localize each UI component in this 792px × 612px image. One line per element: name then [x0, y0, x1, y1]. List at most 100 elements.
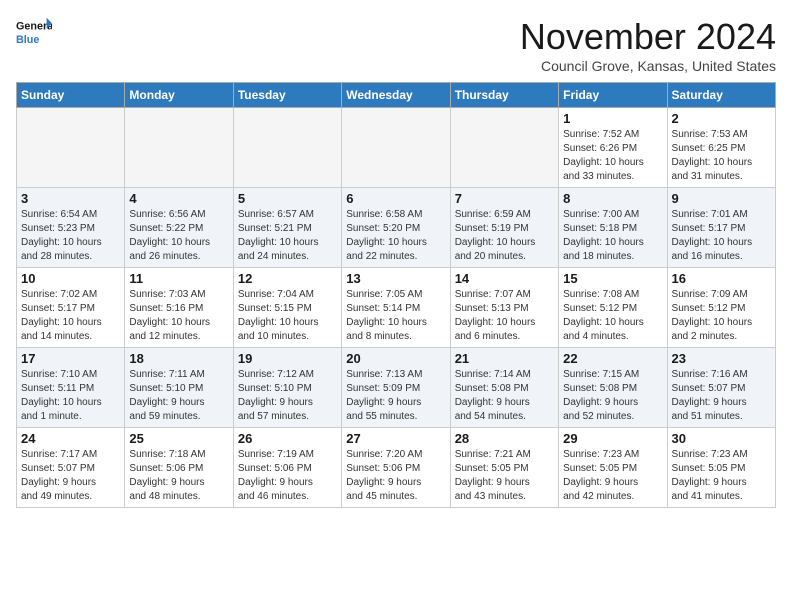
- calendar-week-3: 10 Sunrise: 7:02 AM Sunset: 5:17 PM Dayli…: [17, 268, 776, 348]
- col-header-monday: Monday: [125, 83, 233, 108]
- calendar-cell: 7Sunrise: 6:59 AM Sunset: 5:19 PM Daylig…: [450, 188, 558, 268]
- calendar-cell: 8 Sunrise: 7:00 AM Sunset: 5:18 PM Daylig…: [559, 188, 667, 268]
- calendar-cell: 12 Sunrise: 7:04 AM Sunset: 5:15 PM Dayli…: [233, 268, 341, 348]
- calendar-cell: 26 Sunrise: 7:19 AM Sunset: 5:06 PM Dayli…: [233, 428, 341, 508]
- day-number: 5: [238, 191, 337, 206]
- calendar-cell: [233, 108, 341, 188]
- calendar-cell: 22Sunrise: 7:15 AM Sunset: 5:08 PM Dayli…: [559, 348, 667, 428]
- calendar-cell: 24 Sunrise: 7:17 AM Sunset: 5:07 PM Dayli…: [17, 428, 125, 508]
- day-number: 18: [129, 351, 228, 366]
- day-info: Sunrise: 7:02 AM Sunset: 5:17 PM Dayligh…: [21, 288, 120, 344]
- calendar-week-4: 17 Sunrise: 7:10 AM Sunset: 5:11 PM Dayli…: [17, 348, 776, 428]
- day-number: 4: [129, 191, 228, 206]
- day-number: 25: [129, 431, 228, 446]
- day-number: 20: [346, 351, 445, 366]
- calendar-cell: 3 Sunrise: 6:54 AM Sunset: 5:23 PM Daylig…: [17, 188, 125, 268]
- day-number: 24: [21, 431, 120, 446]
- calendar-cell: 14Sunrise: 7:07 AM Sunset: 5:13 PM Dayli…: [450, 268, 558, 348]
- day-info: Sunrise: 7:10 AM Sunset: 5:11 PM Dayligh…: [21, 368, 120, 424]
- calendar-cell: 28Sunrise: 7:21 AM Sunset: 5:05 PM Dayli…: [450, 428, 558, 508]
- day-number: 12: [238, 271, 337, 286]
- day-info: Sunrise: 7:19 AM Sunset: 5:06 PM Dayligh…: [238, 448, 337, 504]
- day-info: Sunrise: 7:13 AM Sunset: 5:09 PM Dayligh…: [346, 368, 445, 424]
- col-header-tuesday: Tuesday: [233, 83, 341, 108]
- calendar-cell: 19 Sunrise: 7:12 AM Sunset: 5:10 PM Dayli…: [233, 348, 341, 428]
- day-info: Sunrise: 7:17 AM Sunset: 5:07 PM Dayligh…: [21, 448, 120, 504]
- day-number: 8: [563, 191, 662, 206]
- calendar-cell: [450, 108, 558, 188]
- calendar-cell: 30 Sunrise: 7:23 AM Sunset: 5:05 PM Dayli…: [667, 428, 775, 508]
- day-info: Sunrise: 7:20 AM Sunset: 5:06 PM Dayligh…: [346, 448, 445, 504]
- day-number: 19: [238, 351, 337, 366]
- day-number: 30: [672, 431, 771, 446]
- day-info: Sunrise: 7:23 AM Sunset: 5:05 PM Dayligh…: [672, 448, 771, 504]
- day-info: Sunrise: 7:52 AM Sunset: 6:26 PM Dayligh…: [563, 128, 662, 184]
- calendar-week-1: 1 Sunrise: 7:52 AM Sunset: 6:26 PM Daylig…: [17, 108, 776, 188]
- svg-text:Blue: Blue: [16, 34, 39, 46]
- calendar-cell: 13 Sunrise: 7:05 AM Sunset: 5:14 PM Dayli…: [342, 268, 450, 348]
- day-number: 23: [672, 351, 771, 366]
- day-info: Sunrise: 6:58 AM Sunset: 5:20 PM Dayligh…: [346, 208, 445, 264]
- page-header: General Blue November 2024 Council Grove…: [16, 16, 776, 74]
- calendar-cell: 18 Sunrise: 7:11 AM Sunset: 5:10 PM Dayli…: [125, 348, 233, 428]
- day-number: 28: [455, 431, 554, 446]
- calendar-cell: 11 Sunrise: 7:03 AM Sunset: 5:16 PM Dayli…: [125, 268, 233, 348]
- calendar-cell: [125, 108, 233, 188]
- calendar-cell: 9 Sunrise: 7:01 AM Sunset: 5:17 PM Daylig…: [667, 188, 775, 268]
- calendar-cell: [342, 108, 450, 188]
- calendar-cell: 16Sunrise: 7:09 AM Sunset: 5:12 PM Dayli…: [667, 268, 775, 348]
- calendar-cell: 15 Sunrise: 7:08 AM Sunset: 5:12 PM Dayli…: [559, 268, 667, 348]
- day-info: Sunrise: 6:57 AM Sunset: 5:21 PM Dayligh…: [238, 208, 337, 264]
- day-number: 16: [672, 271, 771, 286]
- day-number: 29: [563, 431, 662, 446]
- day-number: 3: [21, 191, 120, 206]
- day-number: 9: [672, 191, 771, 206]
- calendar-cell: 2 Sunrise: 7:53 AM Sunset: 6:25 PM Daylig…: [667, 108, 775, 188]
- day-number: 26: [238, 431, 337, 446]
- day-info: Sunrise: 7:53 AM Sunset: 6:25 PM Dayligh…: [672, 128, 771, 184]
- day-number: 2: [672, 111, 771, 126]
- day-number: 22: [563, 351, 662, 366]
- col-header-thursday: Thursday: [450, 83, 558, 108]
- day-info: Sunrise: 7:04 AM Sunset: 5:15 PM Dayligh…: [238, 288, 337, 344]
- col-header-wednesday: Wednesday: [342, 83, 450, 108]
- calendar-cell: 21Sunrise: 7:14 AM Sunset: 5:08 PM Dayli…: [450, 348, 558, 428]
- day-number: 13: [346, 271, 445, 286]
- calendar-cell: [17, 108, 125, 188]
- col-header-friday: Friday: [559, 83, 667, 108]
- calendar-week-2: 3 Sunrise: 6:54 AM Sunset: 5:23 PM Daylig…: [17, 188, 776, 268]
- calendar-header-row: SundayMondayTuesdayWednesdayThursdayFrid…: [17, 83, 776, 108]
- logo-icon: General Blue: [16, 16, 52, 52]
- day-info: Sunrise: 7:18 AM Sunset: 5:06 PM Dayligh…: [129, 448, 228, 504]
- day-info: Sunrise: 7:00 AM Sunset: 5:18 PM Dayligh…: [563, 208, 662, 264]
- day-info: Sunrise: 7:08 AM Sunset: 5:12 PM Dayligh…: [563, 288, 662, 344]
- day-info: Sunrise: 7:01 AM Sunset: 5:17 PM Dayligh…: [672, 208, 771, 264]
- day-info: Sunrise: 7:07 AM Sunset: 5:13 PM Dayligh…: [455, 288, 554, 344]
- calendar-cell: 5 Sunrise: 6:57 AM Sunset: 5:21 PM Daylig…: [233, 188, 341, 268]
- day-number: 10: [21, 271, 120, 286]
- calendar-cell: 25 Sunrise: 7:18 AM Sunset: 5:06 PM Dayli…: [125, 428, 233, 508]
- calendar-week-5: 24 Sunrise: 7:17 AM Sunset: 5:07 PM Dayli…: [17, 428, 776, 508]
- calendar-cell: 20 Sunrise: 7:13 AM Sunset: 5:09 PM Dayli…: [342, 348, 450, 428]
- day-info: Sunrise: 7:11 AM Sunset: 5:10 PM Dayligh…: [129, 368, 228, 424]
- calendar-cell: 23 Sunrise: 7:16 AM Sunset: 5:07 PM Dayli…: [667, 348, 775, 428]
- day-number: 15: [563, 271, 662, 286]
- day-info: Sunrise: 6:54 AM Sunset: 5:23 PM Dayligh…: [21, 208, 120, 264]
- day-info: Sunrise: 7:03 AM Sunset: 5:16 PM Dayligh…: [129, 288, 228, 344]
- day-info: Sunrise: 7:23 AM Sunset: 5:05 PM Dayligh…: [563, 448, 662, 504]
- logo: General Blue: [16, 16, 52, 52]
- day-info: Sunrise: 7:16 AM Sunset: 5:07 PM Dayligh…: [672, 368, 771, 424]
- day-number: 11: [129, 271, 228, 286]
- calendar-cell: 29 Sunrise: 7:23 AM Sunset: 5:05 PM Dayli…: [559, 428, 667, 508]
- day-number: 1: [563, 111, 662, 126]
- col-header-sunday: Sunday: [17, 83, 125, 108]
- day-number: 21: [455, 351, 554, 366]
- day-number: 17: [21, 351, 120, 366]
- day-info: Sunrise: 7:05 AM Sunset: 5:14 PM Dayligh…: [346, 288, 445, 344]
- calendar-table: SundayMondayTuesdayWednesdayThursdayFrid…: [16, 82, 776, 508]
- calendar-cell: 27 Sunrise: 7:20 AM Sunset: 5:06 PM Dayli…: [342, 428, 450, 508]
- day-number: 27: [346, 431, 445, 446]
- day-info: Sunrise: 7:12 AM Sunset: 5:10 PM Dayligh…: [238, 368, 337, 424]
- calendar-cell: 1 Sunrise: 7:52 AM Sunset: 6:26 PM Daylig…: [559, 108, 667, 188]
- location: Council Grove, Kansas, United States: [520, 58, 776, 74]
